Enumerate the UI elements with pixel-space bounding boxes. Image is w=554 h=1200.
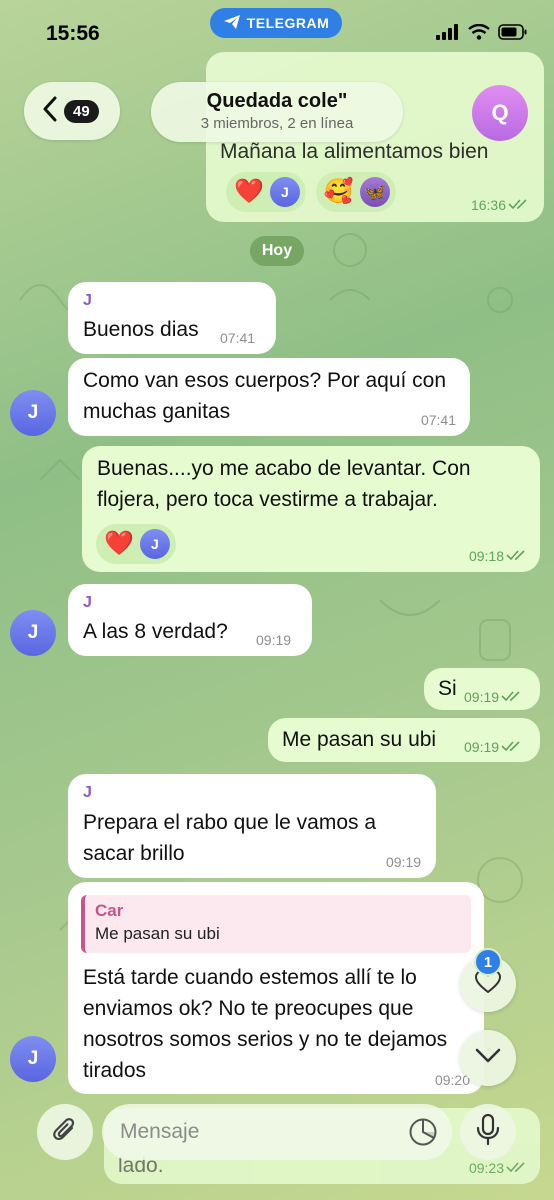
clock: 15:56 <box>46 22 100 45</box>
sender-name: J <box>83 784 92 801</box>
message-text: Me pasan su ubi <box>282 728 437 751</box>
double-check-icon <box>506 548 528 564</box>
telegram-pill[interactable]: TELEGRAM <box>210 8 342 38</box>
sender-avatar[interactable]: J <box>10 1036 56 1082</box>
message-bubble-incoming[interactable]: Como van esos cuerpos? Por aquí con much… <box>68 358 470 436</box>
status-icons <box>436 23 528 45</box>
message-time: 09:19 <box>256 632 292 648</box>
message-time: 09:23 <box>469 1160 528 1176</box>
smiling-hearts-emoji: 🥰 <box>323 178 354 205</box>
double-check-icon <box>501 739 523 755</box>
status-bar: 15:56 TELEGRAM <box>0 0 554 60</box>
microphone-icon <box>476 1113 500 1151</box>
sender-name: J <box>83 594 92 611</box>
reaction-chip[interactable]: ❤️ J <box>96 524 176 564</box>
reply-text: Me pasan su ubi <box>95 924 220 943</box>
chat-header[interactable]: Quedada cole" 3 miembros, 2 en línea <box>151 82 403 142</box>
chevron-down-icon <box>475 1048 501 1069</box>
sender-name: J <box>83 292 92 309</box>
message-bubble-outgoing[interactable]: Buenas....yo me acabo de levantar. Con f… <box>82 446 540 572</box>
reactions-top: ❤️ J 🥰 🦋 <box>226 172 396 212</box>
microphone-button[interactable] <box>460 1104 516 1160</box>
message-time: 09:19 <box>464 689 523 705</box>
date-divider: Hoy <box>250 236 304 266</box>
message-time: 09:18 <box>469 548 528 564</box>
message-text: Si <box>438 677 457 700</box>
double-check-icon <box>501 689 523 705</box>
sticker-button[interactable] <box>408 1117 438 1147</box>
chat-title: Quedada cole" <box>206 90 348 112</box>
message-time: 09:19 <box>385 854 421 870</box>
unread-count-badge: 49 <box>64 99 99 123</box>
back-button[interactable]: 49 <box>24 82 120 140</box>
message-bubble-outgoing[interactable]: Me pasan su ubi 09:19 <box>268 718 540 762</box>
sender-avatar[interactable]: J <box>10 390 56 436</box>
message-time: 16:36 <box>471 197 530 213</box>
message-text: Como van esos cuerpos? Por aquí con much… <box>83 369 447 423</box>
paperclip-icon <box>52 1115 78 1150</box>
reply-quote[interactable]: Car Me pasan su ubi <box>81 895 471 953</box>
paper-plane-icon <box>223 14 241 33</box>
battery-icon <box>498 24 528 45</box>
reaction-chip[interactable]: ❤️ J <box>226 172 306 212</box>
message-bubble-incoming[interactable]: J Prepara el rabo que le vamos a sacar b… <box>68 774 436 878</box>
double-check-icon <box>506 1160 528 1176</box>
reply-author: Car <box>95 901 124 920</box>
message-bubble-incoming[interactable]: J A las 8 verdad? 09:19 <box>68 584 312 656</box>
reaction-chip[interactable]: 🥰 🦋 <box>315 172 396 212</box>
attach-button[interactable] <box>37 1104 93 1160</box>
heart-emoji: ❤️ <box>104 530 134 557</box>
chat-subtitle: 3 miembros, 2 en línea <box>200 115 354 132</box>
reactor-avatar: J <box>269 177 300 207</box>
message-text: Prepara el rabo que le vamos a sacar bri… <box>83 811 377 865</box>
sticker-icon <box>408 1118 438 1151</box>
signal-icon <box>436 24 460 45</box>
message-text: Buenas....yo me acabo de levantar. Con f… <box>97 457 471 511</box>
reactor-avatar: 🦋 <box>359 177 390 207</box>
message-time: 07:41 <box>220 330 256 346</box>
message-time: 09:19 <box>464 739 523 755</box>
message-bubble-incoming-reply[interactable]: Car Me pasan su ubi Está tarde cuando es… <box>68 882 484 1094</box>
message-text: Está tarde cuando estemos allí te lo env… <box>83 966 448 1082</box>
reactor-avatar: J <box>139 529 170 559</box>
message-bubble-outgoing[interactable]: Si 09:19 <box>424 668 540 710</box>
message-text: A las 8 verdad? <box>83 620 228 643</box>
reactions-row: ❤️ J <box>96 524 176 564</box>
reaction-count-badge: 1 <box>474 948 502 976</box>
scroll-down-button[interactable] <box>460 1030 516 1086</box>
message-input[interactable] <box>102 1104 452 1160</box>
message-time: 07:41 <box>420 412 456 428</box>
wifi-icon <box>468 23 490 45</box>
message-text: Buenos dias <box>83 318 199 341</box>
message-bubble-incoming[interactable]: J Buenos dias 07:41 <box>68 282 276 354</box>
heart-emoji: ❤️ <box>234 178 264 205</box>
group-avatar[interactable]: Q <box>472 85 528 141</box>
double-check-icon <box>508 197 530 213</box>
sender-avatar[interactable]: J <box>10 610 56 656</box>
chevron-left-icon <box>42 96 58 127</box>
